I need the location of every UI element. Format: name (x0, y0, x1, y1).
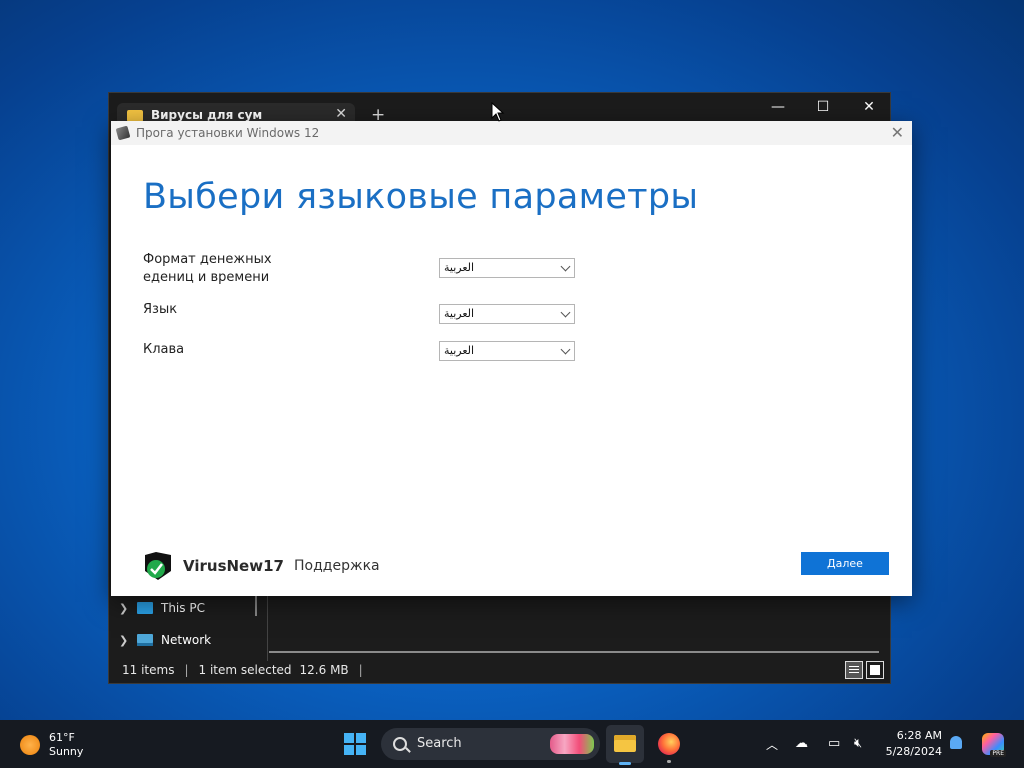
search-highlight-image (550, 734, 594, 754)
currency-format-select[interactable]: العربية (439, 258, 575, 278)
explorer-tab-title: Вирусы для сум (151, 108, 263, 122)
brand-name: VirusNew17 (183, 557, 284, 575)
mouse-cursor-icon (491, 102, 505, 122)
chevron-up-icon[interactable]: ︿ (766, 736, 778, 753)
details-view-button[interactable] (845, 661, 863, 679)
clock-time: 6:28 AM (896, 729, 942, 742)
nav-label: This PC (161, 601, 205, 615)
tab-close-icon[interactable]: ✕ (335, 106, 347, 122)
network-tray-icon[interactable]: ▭ (828, 736, 840, 751)
nav-scrollbar[interactable] (255, 596, 257, 616)
page-title: Выбери языковые параметры (143, 177, 699, 217)
language-label: Язык (143, 302, 178, 317)
dialog-title: Прога установки Windows 12 (136, 126, 320, 140)
close-button[interactable]: ✕ (854, 99, 884, 115)
selection-count: 1 item selected (198, 663, 292, 677)
weather-temperature: 61°F (49, 731, 75, 744)
notification-bell-icon[interactable] (950, 736, 962, 749)
select-value: العربية (444, 307, 475, 320)
selection-size: 12.6 MB (299, 663, 349, 677)
chevron-down-icon (560, 307, 571, 318)
next-button[interactable]: Далее (801, 552, 889, 575)
select-value: العربية (444, 261, 475, 274)
select-value: العربية (444, 344, 475, 357)
search-label: Search (417, 736, 462, 751)
system-clock[interactable]: 6:28 AM 5/28/2024 (884, 728, 942, 760)
taskbar: 61°F Sunny Search ︿ ☁ ▭ 🔇︎ 6:28 AM 5/28/… (0, 720, 1024, 768)
sun-icon (20, 735, 40, 755)
weather-condition: Sunny (49, 745, 84, 758)
support-link[interactable]: Поддержка (294, 558, 380, 574)
start-button[interactable] (344, 733, 366, 755)
maximize-button[interactable]: ☐ (808, 99, 838, 115)
cloud-offline-icon[interactable]: ☁ (795, 736, 808, 751)
copilot-icon[interactable]: PRE (982, 733, 1006, 757)
pane-divider[interactable] (267, 596, 268, 661)
minimize-button[interactable]: — (763, 99, 793, 115)
copilot-badge: PRE (990, 750, 1006, 757)
weather-widget[interactable]: 61°F Sunny (20, 731, 83, 759)
firefox-taskbar-icon[interactable] (650, 725, 688, 763)
tiles-view-button[interactable] (866, 661, 884, 679)
speaker-muted-icon[interactable]: 🔇︎ (854, 736, 862, 751)
network-icon (137, 634, 153, 646)
search-icon (393, 737, 407, 751)
dialog-titlebar[interactable]: Прога установки Windows 12 ✕ (111, 121, 912, 145)
setup-dialog: Прога установки Windows 12 ✕ Выбери язык… (111, 121, 912, 596)
language-select[interactable]: العربية (439, 304, 575, 324)
chevron-down-icon (560, 344, 571, 355)
status-bar: 11 items | 1 item selected 12.6 MB | (122, 663, 363, 677)
keyboard-select[interactable]: العربية (439, 341, 575, 361)
keyboard-label: Клава (143, 342, 185, 357)
chevron-right-icon[interactable]: ❯ (119, 602, 129, 615)
nav-item-this-pc[interactable]: ❯ This PC (119, 601, 205, 615)
setup-app-icon (115, 125, 131, 141)
chevron-right-icon[interactable]: ❯ (119, 634, 129, 647)
nav-label: Network (161, 633, 212, 647)
horizontal-scrollbar[interactable] (269, 651, 879, 653)
item-count: 11 items (122, 663, 175, 677)
computer-icon (137, 602, 153, 614)
chevron-down-icon (560, 261, 571, 272)
nav-item-network[interactable]: ❯ Network (119, 633, 211, 647)
clock-date: 5/28/2024 (885, 745, 942, 758)
taskbar-search[interactable]: Search (381, 728, 600, 760)
virusnew-logo-icon (145, 552, 171, 580)
currency-format-label: Формат денежных едениц и времени (143, 252, 272, 285)
file-explorer-taskbar-icon[interactable] (606, 725, 644, 765)
dialog-close-icon[interactable]: ✕ (891, 123, 904, 142)
